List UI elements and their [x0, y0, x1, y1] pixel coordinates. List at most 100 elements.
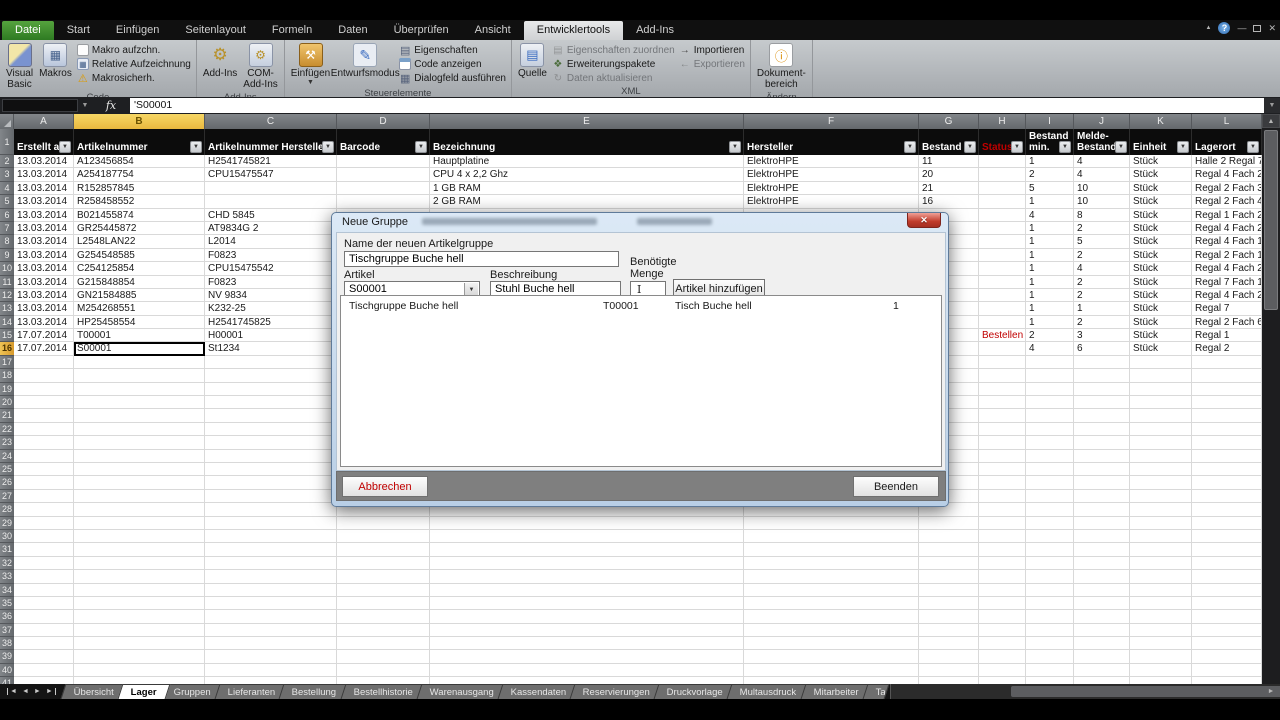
grid-cell-B39[interactable]	[74, 650, 205, 664]
grid-cell-G30[interactable]	[919, 529, 979, 544]
grid-cell-L6[interactable]: Regal 1 Fach 23	[1192, 208, 1262, 222]
grid-cell-F32[interactable]	[744, 556, 919, 571]
grid-cell-B16[interactable]: S00001	[74, 342, 205, 356]
grid-cell-I35[interactable]	[1026, 596, 1074, 611]
grid-cell-C8[interactable]: L2014	[205, 235, 337, 249]
row-number[interactable]: 2	[0, 155, 14, 169]
grid-cell-I6[interactable]: 4	[1026, 208, 1074, 222]
grid-cell-H4[interactable]	[979, 181, 1026, 196]
ribbon-tab-daten[interactable]: Daten	[325, 21, 380, 40]
grid-cell-D40[interactable]	[337, 663, 430, 678]
grid-cell-I36[interactable]	[1026, 610, 1074, 624]
grid-cell-J17[interactable]	[1074, 355, 1130, 370]
grid-cell-J41[interactable]	[1074, 677, 1130, 684]
grid-cell-A18[interactable]	[14, 369, 74, 383]
grid-cell-B33[interactable]	[74, 570, 205, 584]
grid-cell-J18[interactable]	[1074, 369, 1130, 383]
select-all-corner[interactable]	[0, 114, 14, 129]
horizontal-scrollbar[interactable]: ►	[889, 684, 1280, 699]
grid-cell-A16[interactable]: 17.07.2014	[14, 342, 74, 356]
grid-cell-I27[interactable]	[1026, 489, 1074, 504]
grid-cell-E38[interactable]	[430, 637, 744, 651]
grid-cell-H21[interactable]	[979, 409, 1026, 423]
grid-cell-K29[interactable]	[1130, 516, 1192, 530]
grid-cell-J16[interactable]: 6	[1074, 342, 1130, 356]
grid-cell-E34[interactable]	[430, 583, 744, 597]
grid-cell-A8[interactable]: 13.03.2014	[14, 235, 74, 249]
filter-dropdown-icon[interactable]: ▼	[729, 141, 741, 153]
grid-cell-I3[interactable]: 2	[1026, 168, 1074, 182]
grid-cell-L22[interactable]	[1192, 422, 1262, 437]
grid-cell-D4[interactable]	[337, 181, 430, 196]
grid-cell-H37[interactable]	[979, 623, 1026, 638]
grid-cell-I28[interactable]	[1026, 503, 1074, 517]
grid-cell-L19[interactable]	[1192, 382, 1262, 397]
grid-cell-C28[interactable]	[205, 503, 337, 517]
grid-cell-C39[interactable]	[205, 650, 337, 664]
grid-cell-K40[interactable]	[1130, 663, 1192, 678]
grid-cell-F4[interactable]: ElektroHPE	[744, 181, 919, 196]
row-number[interactable]: 36	[0, 610, 14, 624]
table-header-K[interactable]: Einheit ▼	[1130, 129, 1192, 155]
grid-cell-H20[interactable]	[979, 396, 1026, 410]
grid-cell-I4[interactable]: 5	[1026, 181, 1074, 196]
grid-cell-I16[interactable]: 4	[1026, 342, 1074, 356]
grid-cell-F41[interactable]	[744, 677, 919, 684]
grid-cell-A11[interactable]: 13.03.2014	[14, 275, 74, 289]
grid-cell-I34[interactable]	[1026, 583, 1074, 597]
dialog-list-item[interactable]: Tischgruppe Buche hell T00001 Tisch Buche …	[341, 300, 941, 315]
grid-cell-K20[interactable]	[1130, 396, 1192, 410]
grid-cell-L36[interactable]	[1192, 610, 1262, 624]
grid-cell-J9[interactable]: 2	[1074, 248, 1130, 263]
grid-cell-I13[interactable]: 1	[1026, 302, 1074, 316]
grid-cell-K11[interactable]: Stück	[1130, 275, 1192, 289]
grid-cell-B31[interactable]	[74, 543, 205, 557]
grid-cell-A32[interactable]	[14, 556, 74, 571]
grid-cell-B28[interactable]	[74, 503, 205, 517]
grid-cell-I37[interactable]	[1026, 623, 1074, 638]
ribbon-tab-entwicklertools[interactable]: Entwicklertools	[523, 21, 624, 40]
grid-cell-I14[interactable]: 1	[1026, 315, 1074, 330]
grid-cell-I39[interactable]	[1026, 650, 1074, 664]
grid-cell-I7[interactable]: 1	[1026, 221, 1074, 236]
sheet-tab-warenausgang[interactable]: Warenausgang	[416, 684, 508, 699]
row-number[interactable]: 40	[0, 663, 14, 678]
grid-cell-K23[interactable]	[1130, 436, 1192, 450]
grid-cell-I5[interactable]: 1	[1026, 195, 1074, 209]
grid-cell-F38[interactable]	[744, 637, 919, 651]
grid-cell-A4[interactable]: 13.03.2014	[14, 181, 74, 196]
ribbon-button-relativeaufzeichnung[interactable]: ▦ Relative Aufzeichnung	[75, 57, 193, 71]
grid-cell-A30[interactable]	[14, 529, 74, 544]
dialog-close-icon[interactable]: ✕	[907, 213, 941, 228]
grid-cell-B24[interactable]	[74, 449, 205, 463]
ribbon-button-dialogfeldausführen[interactable]: ▦ Dialogfeld ausführen	[397, 71, 508, 85]
table-header-G[interactable]: Bestand ▼	[919, 129, 979, 155]
grid-cell-L9[interactable]: Regal 2 Fach 1	[1192, 248, 1262, 263]
grid-cell-H19[interactable]	[979, 382, 1026, 397]
grid-cell-K13[interactable]: Stück	[1130, 302, 1192, 316]
grid-cell-H12[interactable]	[979, 288, 1026, 303]
filter-dropdown-icon[interactable]: ▼	[1177, 141, 1189, 153]
grid-cell-A41[interactable]	[14, 677, 74, 684]
grid-cell-J32[interactable]	[1074, 556, 1130, 571]
scroll-right-icon[interactable]: ►	[1264, 684, 1278, 699]
grid-cell-F36[interactable]	[744, 610, 919, 624]
grid-cell-K31[interactable]	[1130, 543, 1192, 557]
grid-cell-A25[interactable]	[14, 462, 74, 477]
sheet-tab-ta[interactable]: Ta	[862, 684, 890, 699]
row-number[interactable]: 23	[0, 436, 14, 450]
ribbon-button-quelle[interactable]: ▤ Quelle	[515, 42, 550, 81]
grid-cell-A6[interactable]: 13.03.2014	[14, 208, 74, 222]
grid-cell-B11[interactable]: G215848854	[74, 275, 205, 289]
grid-cell-E29[interactable]	[430, 516, 744, 530]
table-header-I[interactable]: Bestand min. ▼	[1026, 129, 1074, 155]
grid-cell-A36[interactable]	[14, 610, 74, 624]
grid-cell-B27[interactable]	[74, 489, 205, 504]
grid-cell-C7[interactable]: AT9834G 2	[205, 221, 337, 236]
horizontal-scroll-thumb[interactable]	[1010, 686, 1280, 697]
grid-cell-C6[interactable]: CHD 5845	[205, 208, 337, 222]
grid-cell-K9[interactable]: Stück	[1130, 248, 1192, 263]
scroll-up-icon[interactable]: ▲	[1262, 114, 1280, 128]
grid-cell-D37[interactable]	[337, 623, 430, 638]
grid-cell-J25[interactable]	[1074, 462, 1130, 477]
